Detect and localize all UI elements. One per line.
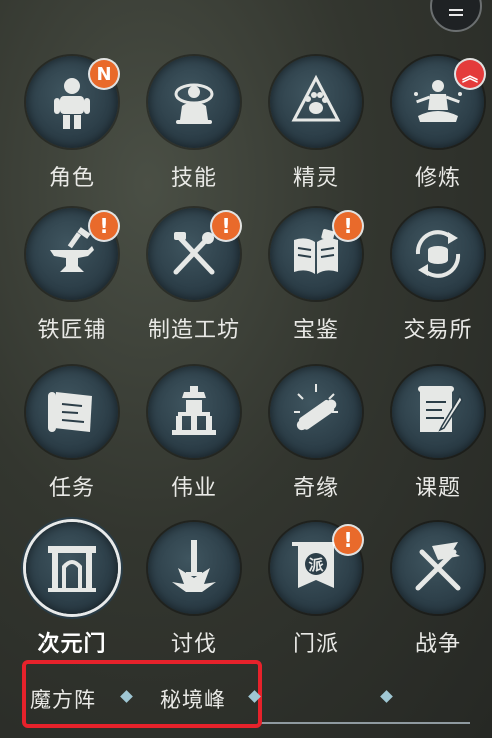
alert-badge: !: [90, 212, 118, 240]
feature-workshop[interactable]: ! 制造工坊: [134, 208, 254, 358]
crossed-swords-icon: [392, 522, 484, 614]
paw-icon: [270, 56, 362, 148]
feature-encounter[interactable]: 奇缘: [256, 366, 376, 516]
upgrade-badge: ︽: [456, 60, 484, 88]
feature-exchange[interactable]: 交易所: [378, 208, 492, 358]
sword-icon: [148, 522, 240, 614]
scroll-glow-icon: [270, 366, 362, 458]
feature-treasure-book[interactable]: ! 宝鉴: [256, 208, 376, 358]
feature-label: 伟业: [170, 476, 217, 501]
feature-label: 修炼: [414, 166, 461, 191]
alert-badge: !: [334, 212, 362, 240]
tab-magic-cube[interactable]: 魔方阵: [30, 684, 96, 714]
feature-label: 任务: [48, 476, 95, 501]
tab-strip-divider: [260, 722, 470, 724]
banner-glyph: 派: [308, 556, 324, 574]
feature-label: 战争: [414, 632, 461, 657]
feature-blacksmith[interactable]: ! 铁匠铺: [12, 208, 132, 358]
feature-label: 宝鉴: [292, 318, 339, 343]
tab-secret-peak[interactable]: 秘境峰: [160, 684, 226, 714]
feature-label: 课题: [414, 476, 461, 501]
feature-war[interactable]: 战争: [378, 522, 492, 672]
feature-dimension-gate[interactable]: 次元门: [12, 522, 132, 672]
menu-button[interactable]: [430, 0, 482, 32]
feature-label: 次元门: [37, 632, 107, 657]
feature-cultivation[interactable]: ︽ 修炼: [378, 56, 492, 206]
exchange-icon: [392, 208, 484, 300]
tab-separator-dot: [380, 690, 393, 703]
scroll-map-icon: [26, 366, 118, 458]
skill-icon: [148, 56, 240, 148]
feature-label: 奇缘: [292, 476, 339, 501]
feature-label: 交易所: [403, 318, 473, 343]
feature-skill[interactable]: 技能: [134, 56, 254, 206]
feature-label: 铁匠铺: [37, 318, 107, 343]
feature-crusade[interactable]: 讨伐: [134, 522, 254, 672]
feature-spirit[interactable]: 精灵: [256, 56, 376, 206]
alert-badge: !: [212, 212, 240, 240]
feature-achievement[interactable]: 伟业: [134, 366, 254, 516]
feature-faction[interactable]: 派 ! 门派: [256, 522, 376, 672]
alert-badge: !: [334, 526, 362, 554]
feature-label: 技能: [170, 166, 217, 191]
scroll-quill-icon: [392, 366, 484, 458]
feature-label: 讨伐: [170, 632, 217, 657]
monument-icon: [148, 366, 240, 458]
feature-label: 角色: [48, 166, 95, 191]
feature-character[interactable]: N 角色: [12, 56, 132, 206]
feature-quest[interactable]: 任务: [12, 366, 132, 516]
menu-icon: [449, 14, 463, 16]
new-badge: N: [90, 60, 118, 88]
feature-label: 制造工坊: [147, 318, 240, 343]
feature-research[interactable]: 课题: [378, 366, 492, 516]
feature-label: 精灵: [292, 166, 339, 191]
feature-label: 门派: [292, 632, 339, 657]
gate-icon: [26, 522, 118, 614]
